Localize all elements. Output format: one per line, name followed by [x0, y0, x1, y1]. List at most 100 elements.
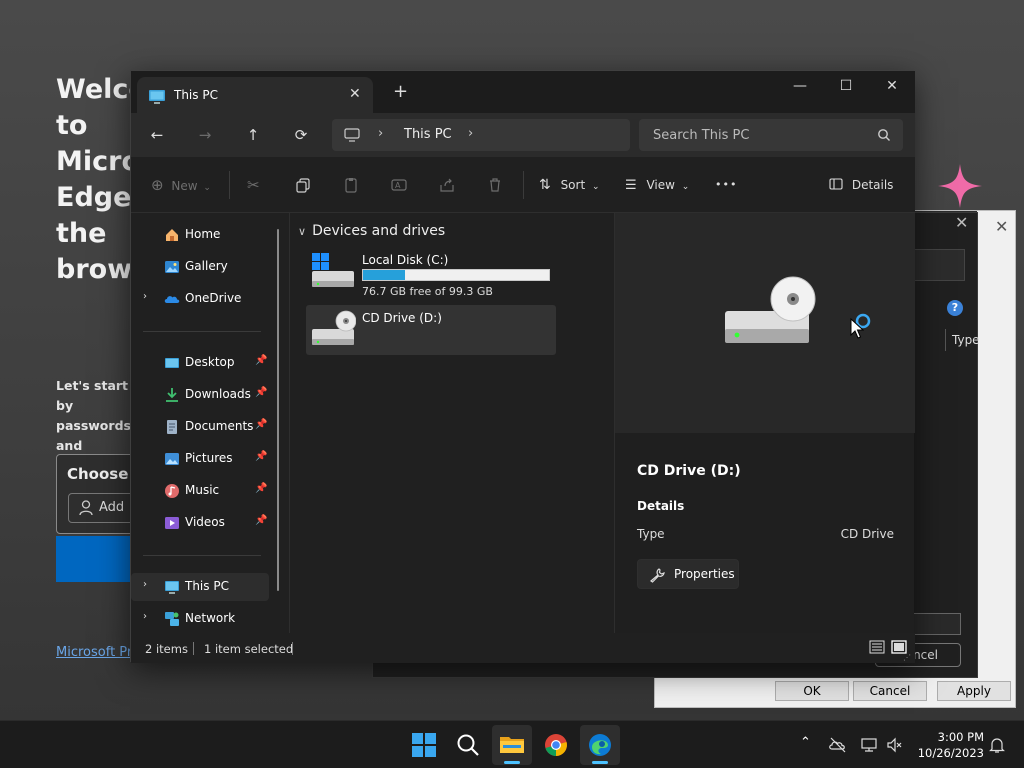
view-button[interactable]: ☰ View ⌄ [625, 173, 689, 197]
downloads-icon [166, 388, 178, 402]
drive-local-disk-c[interactable]: Local Disk (C:) 76.7 GB free of 99.3 GB [306, 247, 556, 299]
nav-label: OneDrive [185, 291, 242, 305]
search-icon [457, 734, 479, 756]
pin-icon[interactable]: 📌 [255, 515, 267, 526]
chevron-right-icon[interactable]: › [143, 291, 147, 302]
new-label: New [171, 179, 198, 193]
maximize-button[interactable]: ☐ [823, 71, 869, 101]
new-tab-button[interactable]: + [393, 83, 408, 101]
pin-icon[interactable]: 📌 [255, 419, 267, 430]
nav-item-pictures[interactable]: Pictures 📌 [131, 445, 269, 473]
tab-this-pc[interactable]: This PC ✕ [137, 77, 373, 113]
nav-label: Desktop [185, 355, 235, 369]
edge-primary-button[interactable] [56, 536, 134, 582]
edge-choose-title: Choose a [67, 465, 135, 483]
refresh-button[interactable]: ⟳ [287, 123, 315, 147]
taskbar-edge[interactable] [580, 725, 620, 765]
nav-label: Music [185, 483, 220, 497]
nav-item-desktop[interactable]: Desktop 📌 [131, 349, 269, 377]
start-button[interactable] [404, 725, 444, 765]
close-button[interactable]: ✕ [869, 71, 915, 101]
local-disk-icon [312, 253, 354, 287]
resize-grip-icon[interactable]: ⋰ [903, 653, 911, 662]
pin-icon[interactable]: 📌 [255, 387, 267, 398]
volume-muted-icon[interactable] [886, 736, 904, 754]
nav-item-home[interactable]: Home [131, 221, 269, 249]
nav-item-network[interactable]: › Network [131, 605, 269, 633]
close-icon[interactable]: ✕ [995, 217, 1008, 236]
file-explorer-window: This PC ✕ + — ☐ ✕ ← → ↑ ⟳ › This PC › ⊕ … [130, 70, 915, 663]
type-column-header[interactable]: Type [945, 329, 980, 351]
forward-button[interactable]: → [191, 123, 219, 147]
nav-item-onedrive[interactable]: › OneDrive [131, 285, 269, 313]
nav-item-downloads[interactable]: Downloads 📌 [131, 381, 269, 409]
svg-text:A: A [395, 181, 401, 190]
pin-icon[interactable]: 📌 [255, 355, 267, 366]
group-header-devices[interactable]: ∨ Devices and drives [298, 223, 445, 239]
chevron-right-icon[interactable]: › [143, 579, 147, 590]
taskbar-file-explorer[interactable] [492, 725, 532, 765]
chevron-up-icon[interactable]: ⌃ [800, 735, 811, 750]
back-button[interactable]: ← [143, 123, 171, 147]
view-label: View [646, 178, 675, 192]
network-status-icon[interactable] [860, 736, 878, 754]
search-box[interactable] [639, 119, 903, 151]
search-input[interactable] [639, 119, 903, 151]
up-button[interactable]: ↑ [239, 123, 267, 147]
chevron-down-icon: ∨ [298, 225, 307, 238]
apply-button[interactable]: Apply [937, 681, 1011, 701]
copy-button[interactable] [295, 173, 311, 197]
details-pane-button[interactable]: Details [829, 173, 893, 197]
minimize-button[interactable]: — [777, 71, 823, 101]
system-clock[interactable]: 3:00 PM 10/26/2023 [914, 729, 984, 761]
properties-button[interactable]: Properties [637, 559, 739, 589]
close-icon[interactable]: ✕ [955, 213, 968, 232]
group-label: Devices and drives [312, 223, 446, 239]
rename-icon: A [391, 179, 407, 191]
cut-button[interactable]: ✂ [247, 173, 260, 197]
new-button[interactable]: ⊕ New ⌄ [151, 173, 211, 197]
chevron-right-icon[interactable]: › [143, 611, 147, 622]
sort-button[interactable]: ⇅ Sort ⌄ [539, 173, 600, 197]
dialog-field[interactable] [913, 613, 961, 635]
notifications-bell-icon[interactable] [988, 736, 1006, 754]
large-icons-view-icon[interactable] [891, 640, 907, 654]
search-taskbar-button[interactable] [448, 725, 488, 765]
nav-label: Home [185, 227, 221, 241]
pin-icon[interactable]: 📌 [255, 483, 267, 494]
drive-free-space: 76.7 GB free of 99.3 GB [362, 285, 493, 298]
details-type-key: Type [637, 527, 665, 541]
details-view-icon[interactable] [869, 640, 885, 654]
taskbar-chrome[interactable] [536, 725, 576, 765]
cancel-button[interactable]: Cancel [853, 681, 927, 701]
nav-item-this-pc[interactable]: › This PC [131, 573, 269, 601]
onedrive-offline-icon[interactable] [829, 736, 847, 754]
tab-close-icon[interactable]: ✕ [349, 86, 361, 102]
videos-icon [165, 517, 179, 529]
delete-button[interactable] [487, 173, 503, 197]
nav-item-gallery[interactable]: Gallery [131, 253, 269, 281]
nav-item-documents[interactable]: Documents 📌 [131, 413, 269, 441]
edge-privacy-link[interactable]: Microsoft Privacy [56, 645, 130, 660]
paste-button[interactable] [343, 173, 359, 197]
edge-choose-panel: Choose a Add [56, 454, 136, 534]
share-button[interactable] [439, 173, 455, 197]
chevron-right-icon[interactable]: › [468, 126, 473, 141]
sort-icon: ⇅ [539, 177, 551, 193]
edge-add-button[interactable]: Add [68, 493, 135, 523]
help-icon[interactable]: ? [947, 300, 963, 316]
desktop-icon [165, 358, 179, 368]
nav-item-music[interactable]: Music 📌 [131, 477, 269, 505]
ok-button[interactable]: OK [775, 681, 849, 701]
more-options-button[interactable]: ••• [715, 173, 737, 197]
breadcrumb-this-pc[interactable]: This PC [404, 127, 452, 142]
edge-welcome-subtext: Let's start by passwords, and [56, 378, 130, 453]
navigation-scrollbar[interactable] [277, 229, 279, 591]
pin-icon[interactable]: 📌 [255, 451, 267, 462]
chevron-right-icon[interactable]: › [378, 126, 383, 141]
nav-item-videos[interactable]: Videos 📌 [131, 509, 269, 537]
address-bar[interactable]: › This PC › [332, 119, 630, 151]
navigation-pane: Home Gallery › OneDrive Desktop 📌 Downlo… [131, 213, 289, 633]
drive-cd-d[interactable]: CD Drive (D:) [306, 305, 556, 355]
rename-button[interactable]: A [391, 173, 407, 197]
